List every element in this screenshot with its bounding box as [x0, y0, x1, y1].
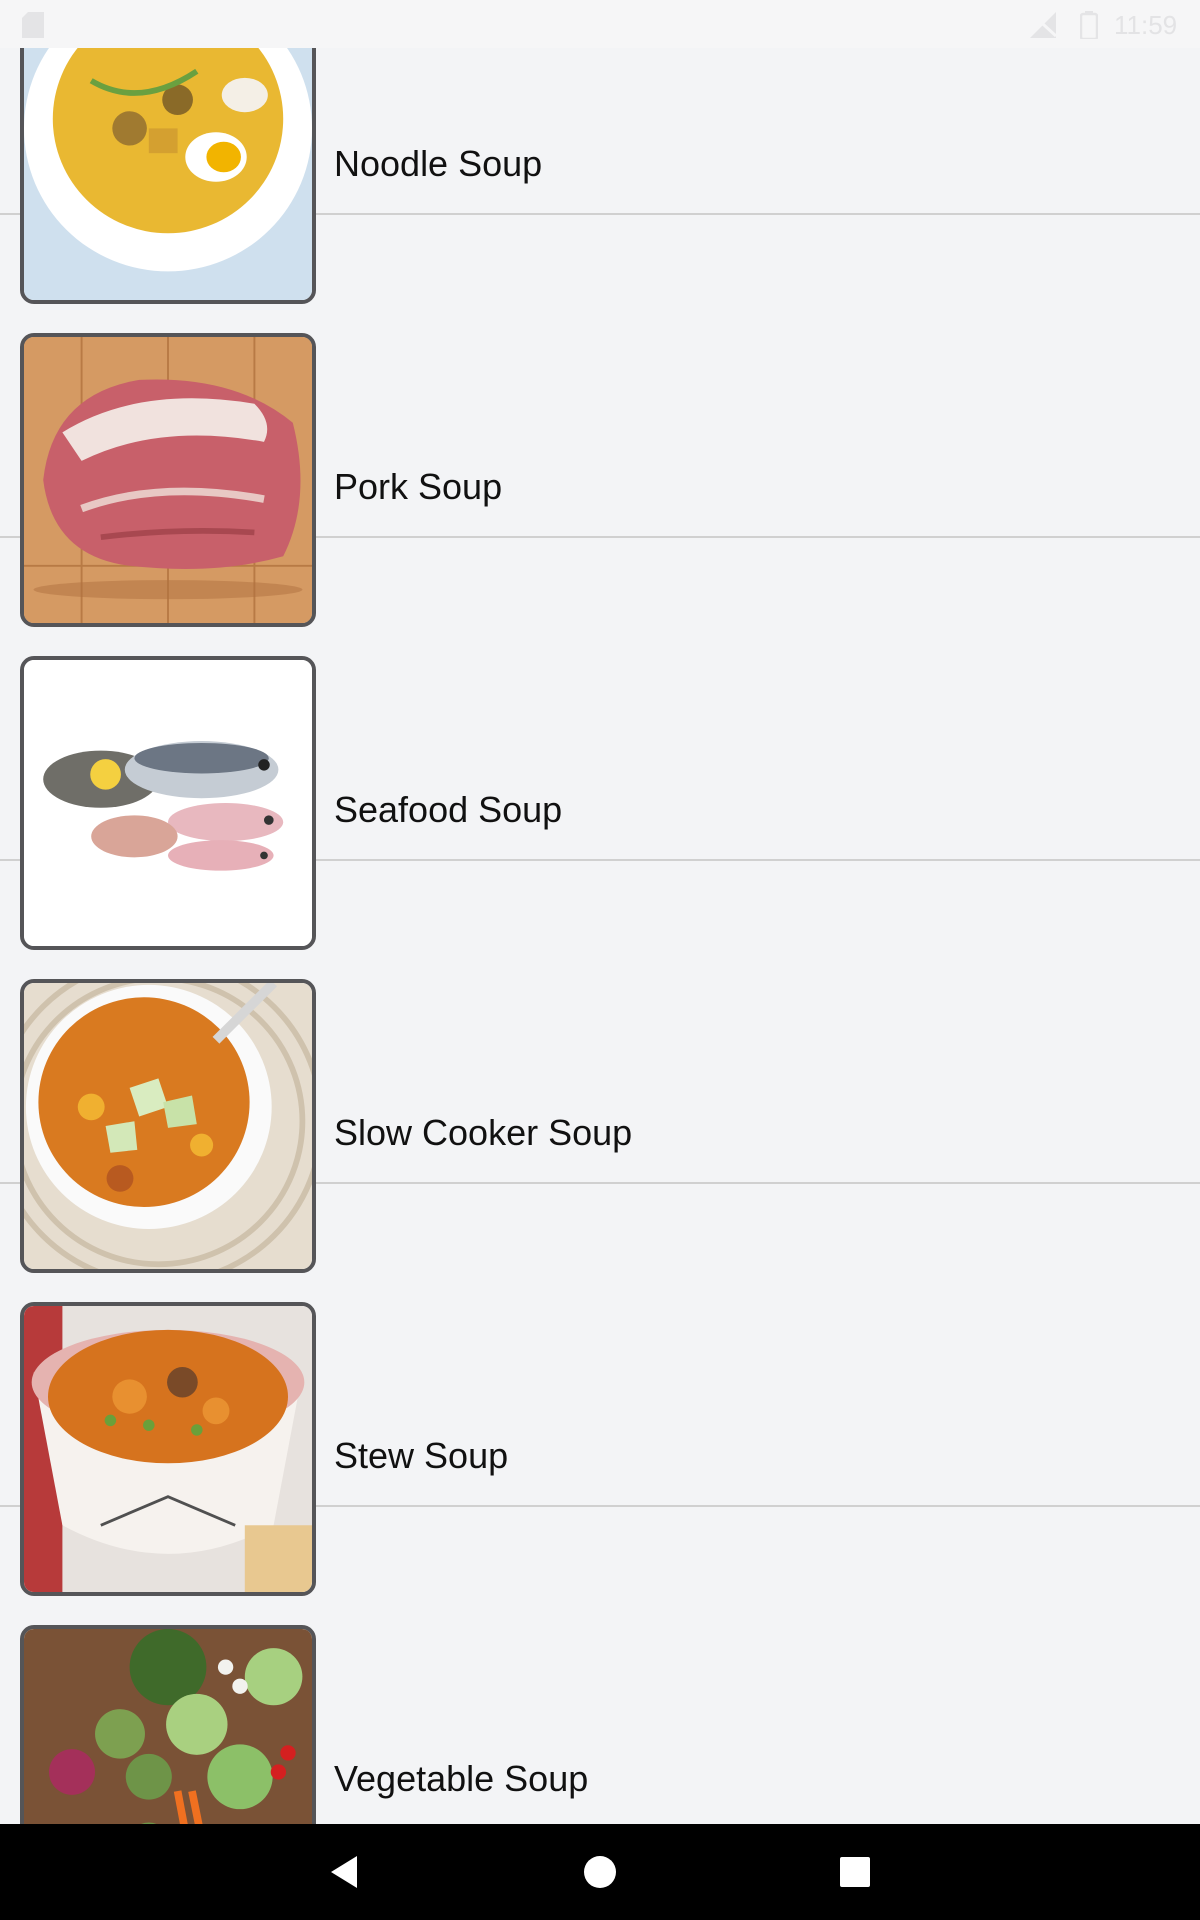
battery-icon — [1080, 11, 1098, 39]
list-item-stew-soup[interactable]: Stew Soup — [0, 1184, 1200, 1596]
list-item-slow-cooker-soup[interactable]: Slow Cooker Soup — [0, 861, 1200, 1273]
recents-button[interactable] — [795, 1824, 915, 1920]
home-icon — [584, 1856, 616, 1888]
list-item-label: Seafood Soup — [334, 789, 563, 830]
list-item-label: Vegetable Soup — [334, 1758, 589, 1799]
list-item-pork-soup[interactable]: Pork Soup — [0, 215, 1200, 627]
home-button[interactable] — [540, 1824, 660, 1920]
list-item-label: Slow Cooker Soup — [334, 1112, 633, 1153]
soup-list-screen: 11:59 Noodle Soup Pork Soup Seafood Soup… — [0, 0, 1200, 1920]
navigation-bar — [0, 1824, 1200, 1920]
recents-icon — [840, 1857, 870, 1887]
list-item-vegetable-soup[interactable]: Vegetable Soup — [0, 1507, 1200, 1919]
list-item-label: Noodle Soup — [334, 143, 543, 184]
soup-list[interactable]: Noodle Soup Pork Soup Seafood Soup Slow … — [0, 0, 1200, 1919]
list-item-seafood-soup[interactable]: Seafood Soup — [0, 538, 1200, 950]
no-signal-icon — [1030, 12, 1058, 38]
status-clock: 11:59 — [1114, 10, 1178, 40]
status-bar: 11:59 — [0, 0, 1200, 48]
list-item-label: Stew Soup — [334, 1435, 509, 1476]
sd-card-icon — [22, 12, 44, 38]
list-item-label: Pork Soup — [334, 466, 503, 507]
back-icon — [331, 1856, 357, 1888]
back-button[interactable] — [285, 1824, 405, 1920]
